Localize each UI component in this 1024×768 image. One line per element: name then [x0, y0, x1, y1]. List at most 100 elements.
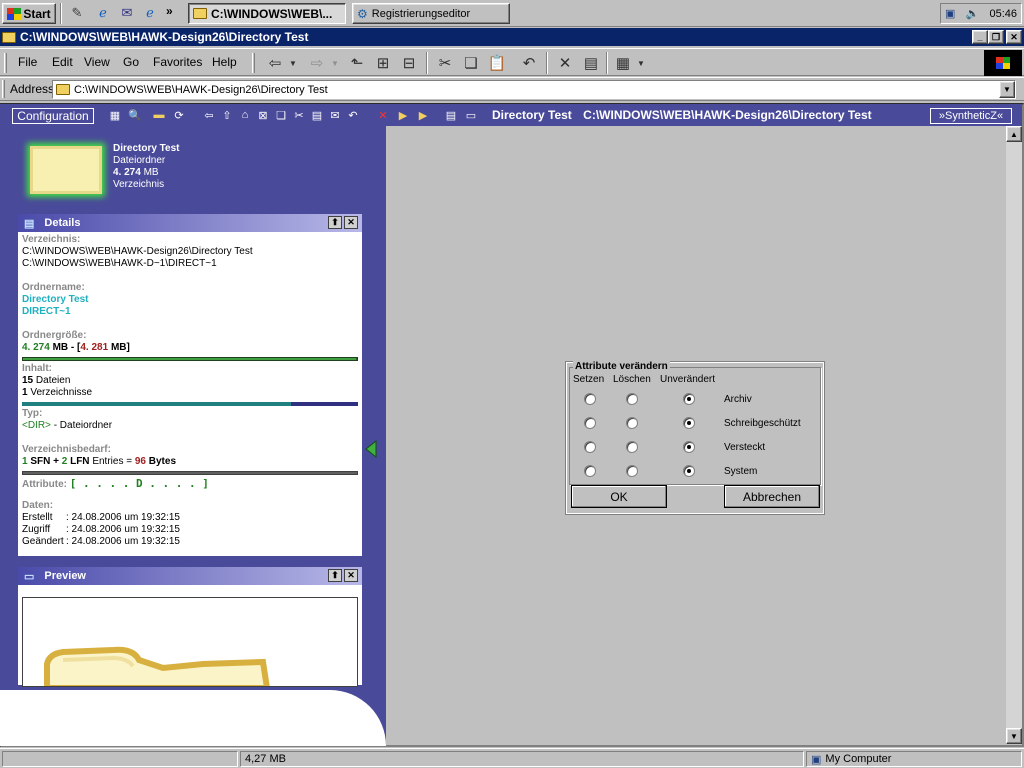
- taskbar-divider: [60, 3, 62, 24]
- system-tray: ▣ 🔈 05:46: [940, 3, 1022, 24]
- attribute-line: Attribute: [ . . . . D . . . . ]: [22, 477, 209, 490]
- preview-icon: ▭: [24, 570, 35, 583]
- volume-icon[interactable]: 🔈: [966, 7, 980, 20]
- clock[interactable]: 05:46: [989, 8, 1017, 20]
- window-titlebar[interactable]: C:\WINDOWS\WEB\HAWK-Design26\Directory T…: [0, 28, 1024, 46]
- folder-size: 4. 274: [113, 167, 141, 178]
- undo-icon[interactable]: ↶: [518, 52, 540, 74]
- radio-clear-3[interactable]: [626, 465, 638, 477]
- close-panel-button[interactable]: ✕: [344, 569, 358, 582]
- details-icon: ▤: [24, 217, 35, 230]
- grip: [252, 53, 255, 73]
- task-explorer-window[interactable]: C:\WINDOWS\WEB\...: [188, 3, 346, 24]
- radio-set-0[interactable]: [584, 393, 596, 405]
- scroll-up-button[interactable]: ▲: [1006, 126, 1022, 142]
- radio-unchanged-3[interactable]: [683, 465, 695, 477]
- radio-set-2[interactable]: [584, 441, 596, 453]
- details-header: ▤ Details ⬆ ✕: [18, 214, 362, 232]
- view-icon[interactable]: ▦: [108, 108, 122, 122]
- back-icon[interactable]: ⇦: [202, 108, 216, 122]
- windows-throbber-icon: [984, 50, 1022, 76]
- folder-icon[interactable]: ▬: [152, 108, 166, 122]
- registry-icon: ⚙: [357, 6, 368, 21]
- collapse-button[interactable]: ⬆: [328, 216, 342, 229]
- delete-icon[interactable]: ✕: [376, 108, 390, 122]
- undo-icon[interactable]: ↶: [346, 108, 360, 122]
- delete-icon[interactable]: ✕: [554, 52, 576, 74]
- refresh-icon[interactable]: ⟳: [172, 108, 186, 122]
- vertical-scrollbar[interactable]: ▲ ▼: [1006, 126, 1022, 744]
- paste-icon[interactable]: ▤: [310, 108, 324, 122]
- menu-favorites[interactable]: Favorites: [153, 55, 202, 69]
- maximize-button[interactable]: ❐: [988, 30, 1004, 44]
- radio-clear-0[interactable]: [626, 393, 638, 405]
- disconnect-drive-icon[interactable]: ⊟: [398, 52, 420, 74]
- up-folder-icon[interactable]: ⬑: [346, 52, 368, 74]
- paste-icon[interactable]: 📋: [486, 52, 508, 74]
- groesse-label: Ordnergröße:: [22, 330, 87, 341]
- outlook-icon[interactable]: ✉: [118, 4, 136, 22]
- mail-icon[interactable]: ✉: [328, 108, 342, 122]
- back-dropdown-icon[interactable]: ▼: [288, 52, 298, 74]
- views-icon[interactable]: ▦: [612, 52, 634, 74]
- monitor-icon[interactable]: ▭: [464, 108, 478, 122]
- radio-clear-1[interactable]: [626, 417, 638, 429]
- cancel-button[interactable]: Abbrechen: [724, 485, 820, 508]
- collapse-button[interactable]: ⬆: [328, 569, 342, 582]
- network-icon[interactable]: ▣: [945, 7, 955, 20]
- minimize-button[interactable]: _: [972, 30, 988, 44]
- show-desktop-icon[interactable]: ✎: [68, 4, 86, 22]
- task-registry-editor[interactable]: ⚙ Registrierungseditor: [352, 3, 510, 24]
- copy-icon[interactable]: ❏: [274, 108, 288, 122]
- menu-edit[interactable]: Edit: [52, 55, 73, 69]
- copy-icon[interactable]: ❏: [460, 52, 482, 74]
- radio-unchanged-2[interactable]: [683, 441, 695, 453]
- collapse-panel-arrow-icon[interactable]: [364, 440, 378, 458]
- close-button[interactable]: ✕: [1006, 30, 1022, 44]
- stop-icon[interactable]: ⊠: [256, 108, 270, 122]
- views-dropdown-icon[interactable]: ▼: [636, 52, 646, 74]
- home-icon[interactable]: ⌂: [238, 108, 252, 122]
- close-panel-button[interactable]: ✕: [344, 216, 358, 229]
- radio-unchanged-1[interactable]: [683, 417, 695, 429]
- start-button[interactable]: Start: [2, 3, 56, 24]
- radio-set-3[interactable]: [584, 465, 596, 477]
- properties-icon[interactable]: ▤: [444, 108, 458, 122]
- menu-go[interactable]: Go: [123, 55, 139, 69]
- move-to-icon[interactable]: ▶: [396, 108, 410, 122]
- map-drive-icon[interactable]: ⊞: [372, 52, 394, 74]
- quicklaunch-more-chevron[interactable]: »: [166, 4, 173, 18]
- menu-view[interactable]: View: [84, 55, 110, 69]
- cut-icon[interactable]: ✂: [434, 52, 456, 74]
- access-line: Zugriff: 24.08.2006 um 19:32:15: [22, 524, 180, 535]
- address-input[interactable]: C:\WINDOWS\WEB\HAWK-Design26\Directory T…: [52, 80, 1016, 99]
- attribute-dialog: Attribute verändern Setzen Löschen Unver…: [565, 361, 825, 515]
- properties-icon[interactable]: ▤: [580, 52, 602, 74]
- configuration-button[interactable]: Configuration: [12, 108, 94, 124]
- search-icon[interactable]: 🔍: [128, 108, 142, 122]
- copy-to-icon[interactable]: ▶: [416, 108, 430, 122]
- menu-help[interactable]: Help: [212, 55, 237, 69]
- up-icon[interactable]: ⇧: [220, 108, 234, 122]
- radio-clear-2[interactable]: [626, 441, 638, 453]
- forward-icon[interactable]: ⇨: [306, 52, 328, 74]
- col-clear-label: Löschen: [613, 374, 651, 385]
- cut-icon[interactable]: ✂: [292, 108, 306, 122]
- folder-summary: Directory Test Dateiordner 4. 274 MB Ver…: [113, 143, 180, 191]
- menu-toolbar-bar: File Edit View Go Favorites Help ⇦ ▼ ⇨ ▼…: [0, 48, 1024, 76]
- menu-file[interactable]: File: [18, 55, 37, 69]
- address-dropdown-button[interactable]: ▼: [999, 81, 1015, 98]
- scroll-down-button[interactable]: ▼: [1006, 728, 1022, 744]
- ie-channel-icon[interactable]: ℯ: [141, 4, 159, 22]
- created-line: Erstellt: 24.08.2006 um 19:32:15: [22, 512, 180, 523]
- address-bar: Address C:\WINDOWS\WEB\HAWK-Design26\Dir…: [0, 77, 1024, 101]
- synthetic-link[interactable]: »SyntheticZ«: [930, 108, 1012, 124]
- forward-dropdown-icon[interactable]: ▼: [330, 52, 340, 74]
- back-icon[interactable]: ⇦: [264, 52, 286, 74]
- col-unchanged-label: Unverändert: [660, 374, 716, 385]
- radio-set-1[interactable]: [584, 417, 596, 429]
- ok-button[interactable]: OK: [571, 485, 667, 508]
- daten-label: Daten:: [22, 500, 54, 511]
- radio-unchanged-0[interactable]: [683, 393, 695, 405]
- internet-explorer-icon[interactable]: ℯ: [94, 4, 112, 22]
